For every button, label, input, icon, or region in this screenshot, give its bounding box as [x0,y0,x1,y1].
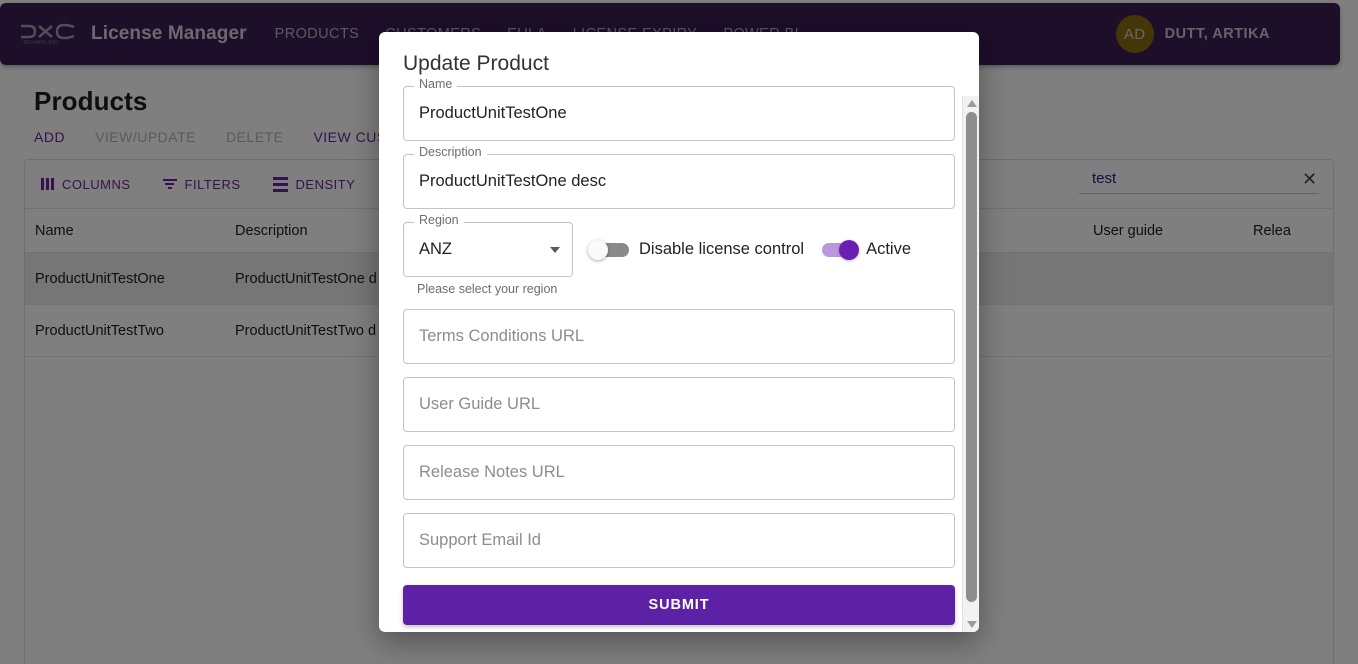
scrollbar-thumb[interactable] [966,112,977,602]
active-label: Active [866,240,912,258]
release-notes-url-input[interactable]: Release Notes URL [403,445,955,500]
scroll-up-arrow-icon[interactable] [966,100,977,107]
toggle-thumb [839,239,860,260]
region-helper-text: Please select your region [417,282,558,296]
description-field-label: Description [414,146,487,159]
toggle-thumb [588,239,608,260]
user-guide-url-placeholder: User Guide URL [419,395,541,413]
description-field: Description ProductUnitTestOne desc [403,146,955,209]
release-notes-url-field: Release Notes URL [403,445,955,500]
support-email-placeholder: Support Email Id [419,531,541,549]
name-input[interactable]: ProductUnitTestOne [403,86,955,141]
chevron-down-icon [550,246,560,253]
terms-conditions-url-field: Terms Conditions URL [403,309,955,364]
scroll-down-arrow-icon[interactable] [966,621,977,628]
update-product-dialog: Update Product Name ProductUnitTestOne D… [379,32,979,632]
terms-conditions-url-input[interactable]: Terms Conditions URL [403,309,955,364]
name-field: Name ProductUnitTestOne [403,78,955,141]
user-guide-url-field: User Guide URL [403,377,955,432]
terms-conditions-url-placeholder: Terms Conditions URL [419,327,585,345]
description-input[interactable]: ProductUnitTestOne desc [403,154,955,209]
name-field-label: Name [414,78,458,91]
disable-license-control-label: Disable license control [639,240,805,258]
dialog-title: Update Product [403,52,549,75]
user-guide-url-input[interactable]: User Guide URL [403,377,955,432]
dialog-body: Name ProductUnitTestOne Description Prod… [379,78,979,625]
region-and-toggles-row: Region ANZ Please select your region Dis… [403,214,955,296]
region-select[interactable]: ANZ [403,222,573,277]
name-input-value: ProductUnitTestOne [419,104,567,122]
description-input-value: ProductUnitTestOne desc [419,172,607,190]
submit-button[interactable]: SUBMIT [403,585,955,625]
release-notes-url-placeholder: Release Notes URL [419,463,565,481]
support-email-input[interactable]: Support Email Id [403,513,955,568]
dialog-scrollbar[interactable] [962,96,979,632]
application-root: TECHNOLOGY License Manager PRODUCTS CUST… [0,0,1358,664]
active-toggle[interactable] [810,232,866,268]
disable-license-control-toggle[interactable] [583,232,639,268]
region-field-label: Region [414,214,464,227]
support-email-field: Support Email Id [403,513,955,568]
region-field: Region ANZ Please select your region [403,214,573,296]
toggle-group: Disable license control Active [573,222,917,277]
region-select-value: ANZ [419,240,452,258]
